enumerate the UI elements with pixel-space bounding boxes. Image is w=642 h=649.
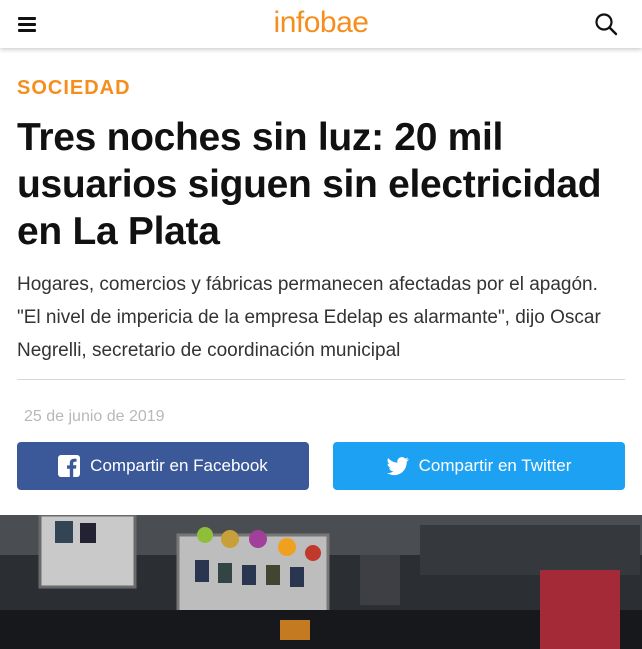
site-logo[interactable]: infobae	[274, 8, 369, 38]
article-hero-image	[0, 515, 642, 649]
share-facebook-button[interactable]: Compartir en Facebook	[17, 442, 309, 490]
article-header: SOCIEDAD Tres noches sin luz: 20 mil usu…	[17, 48, 625, 490]
share-twitter-label: Compartir en Twitter	[418, 456, 572, 475]
article-subtitle: Hogares, comercios y fábricas permanecen…	[17, 274, 601, 361]
article-headline: Tres noches sin luz: 20 mil usuarios sig…	[17, 116, 602, 253]
section-label[interactable]: SOCIEDAD	[17, 76, 625, 100]
twitter-bird-icon	[386, 455, 409, 477]
top-navigation-bar: infobae	[0, 0, 642, 48]
divider	[17, 379, 625, 380]
share-facebook-label: Compartir en Facebook	[90, 456, 268, 475]
hamburger-menu-icon[interactable]	[18, 17, 36, 32]
share-buttons: Compartir en Facebook Compartir en Twitt…	[17, 442, 625, 490]
hero-photo-illustration	[0, 515, 642, 649]
search-icon[interactable]	[594, 12, 618, 36]
facebook-icon	[58, 455, 81, 477]
share-twitter-button[interactable]: Compartir en Twitter	[333, 442, 625, 490]
article-date: 25 de junio de 2019	[24, 408, 165, 425]
